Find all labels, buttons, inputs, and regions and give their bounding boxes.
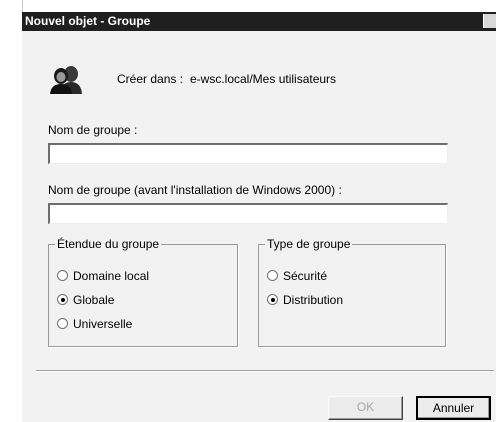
create-in-label: Créer dans : — [117, 72, 184, 86]
group-users-icon — [50, 66, 82, 94]
group-scope-box: Étendue du groupe Domaine local Globale … — [48, 237, 238, 347]
ok-button[interactable]: OK — [328, 396, 403, 420]
new-group-dialog: Nouvel objet - Groupe Créer dans : e-wsc… — [22, 12, 496, 422]
group-scope-legend: Étendue du groupe — [55, 237, 162, 251]
radio-button[interactable] — [267, 270, 278, 281]
create-in-path: e-wsc.local/Mes utilisateurs — [190, 72, 337, 86]
radio-button-selected[interactable] — [57, 294, 68, 305]
background-window-edge — [0, 0, 23, 422]
radio-label: Distribution — [283, 293, 344, 307]
radio-button-selected[interactable] — [267, 294, 278, 305]
cancel-button[interactable]: Annuler — [416, 396, 491, 420]
group-name-pre2000-label: Nom de groupe (avant l'installation de W… — [48, 183, 342, 197]
radio-label: Sécurité — [283, 269, 328, 283]
radio-label: Universelle — [73, 317, 133, 331]
group-name-field[interactable] — [48, 143, 448, 164]
group-type-box: Type de groupe Sécurité Distribution — [258, 237, 446, 347]
group-name-pre2000-field[interactable] — [48, 203, 448, 224]
close-icon[interactable] — [483, 14, 496, 28]
footer-divider — [36, 370, 494, 372]
title-bar[interactable]: Nouvel objet - Groupe — [22, 12, 496, 31]
window-title: Nouvel objet - Groupe — [25, 14, 151, 28]
group-name-label: Nom de groupe : — [48, 123, 138, 137]
radio-button[interactable] — [57, 270, 68, 281]
radio-label: Globale — [73, 293, 115, 307]
radio-button[interactable] — [57, 318, 68, 329]
group-type-legend: Type de groupe — [265, 237, 353, 251]
radio-label: Domaine local — [73, 269, 150, 283]
